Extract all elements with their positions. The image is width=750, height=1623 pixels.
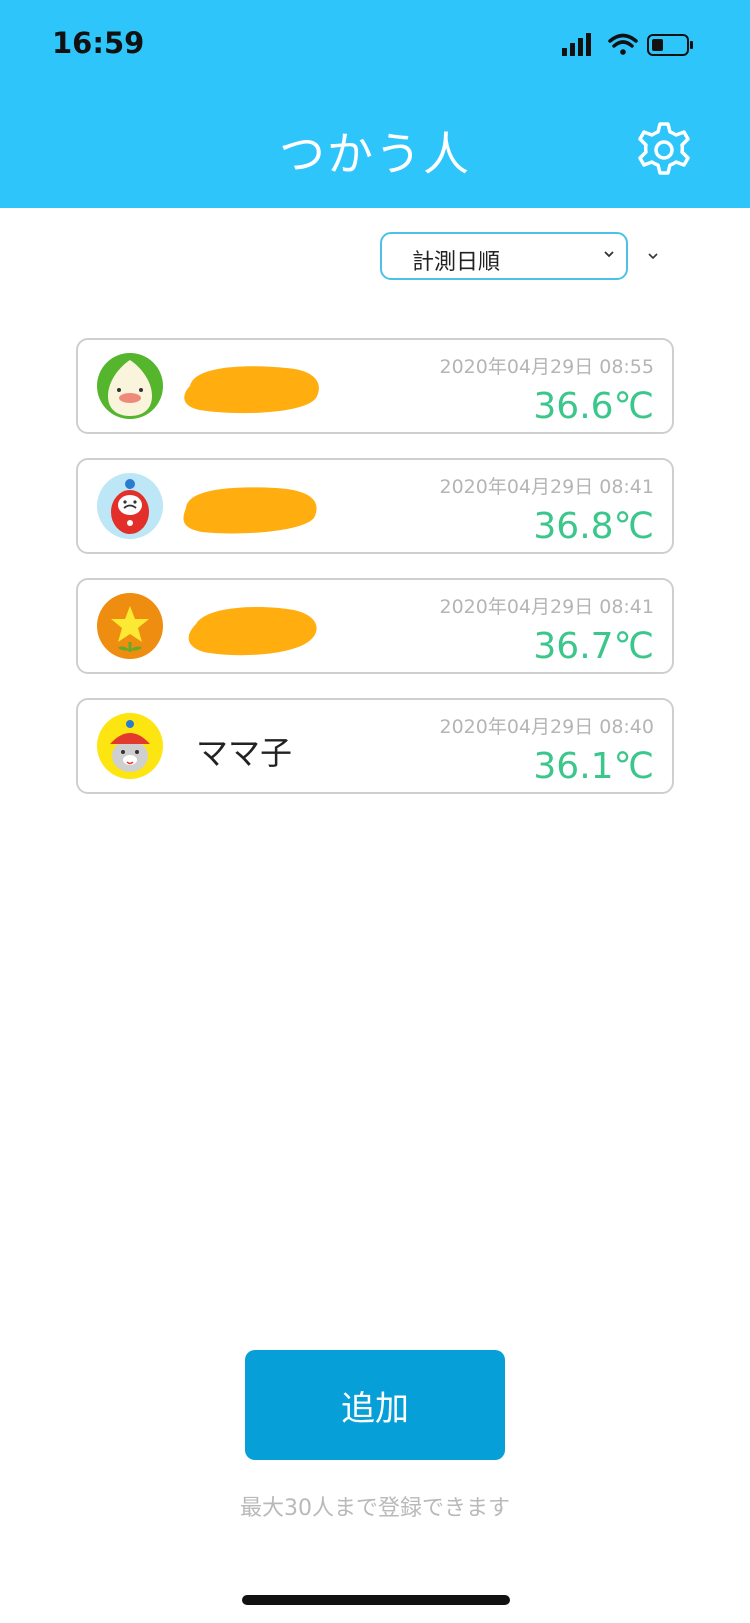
person-card[interactable]: ママ子 2020年04月29日 08:40 36.1℃ — [76, 698, 674, 794]
chevron-down-icon[interactable] — [646, 251, 660, 261]
temperature-value: 36.8℃ — [533, 506, 654, 547]
temperature-value: 36.6℃ — [533, 386, 654, 427]
gear-icon[interactable] — [634, 120, 694, 180]
sort-select-value: 計測日順 — [412, 250, 501, 275]
seal-character-icon — [97, 713, 163, 779]
person-name: ママ子 — [196, 734, 293, 772]
registration-limit-note: 最大30人まで登録できます — [240, 1496, 510, 1521]
person-card[interactable]: 2020年04月29日 08:41 36.8℃ — [76, 458, 674, 554]
temperature-value: 36.1℃ — [533, 746, 654, 787]
measurement-date: 2020年04月29日 08:41 — [439, 596, 654, 618]
measurement-date: 2020年04月29日 08:40 — [439, 716, 654, 738]
app-header: 16:59 つかう人 — [0, 0, 750, 208]
redaction-scribble — [184, 366, 319, 414]
sort-select[interactable]: 計測日順 — [380, 232, 628, 280]
measurement-date: 2020年04月29日 08:41 — [439, 476, 654, 498]
wifi-icon — [608, 33, 638, 55]
person-card[interactable]: 2020年04月29日 08:41 36.7℃ — [76, 578, 674, 674]
cellular-signal-icon — [562, 33, 591, 56]
onion-character-icon — [97, 353, 163, 419]
status-icons — [562, 33, 693, 56]
star-flower-icon — [97, 593, 163, 659]
home-indicator — [242, 1595, 510, 1605]
redaction-scribble — [183, 487, 317, 534]
measurement-date: 2020年04月29日 08:55 — [439, 356, 654, 378]
person-card[interactable]: 2020年04月29日 08:55 36.6℃ — [76, 338, 674, 434]
status-time: 16:59 — [52, 26, 145, 60]
temperature-value: 36.7℃ — [533, 626, 654, 667]
battery-icon — [647, 34, 693, 56]
daruma-character-icon — [97, 473, 163, 539]
redaction-scribble — [188, 606, 317, 656]
add-person-button[interactable]: 追加 — [245, 1350, 505, 1460]
chevron-down-icon — [604, 251, 614, 258]
